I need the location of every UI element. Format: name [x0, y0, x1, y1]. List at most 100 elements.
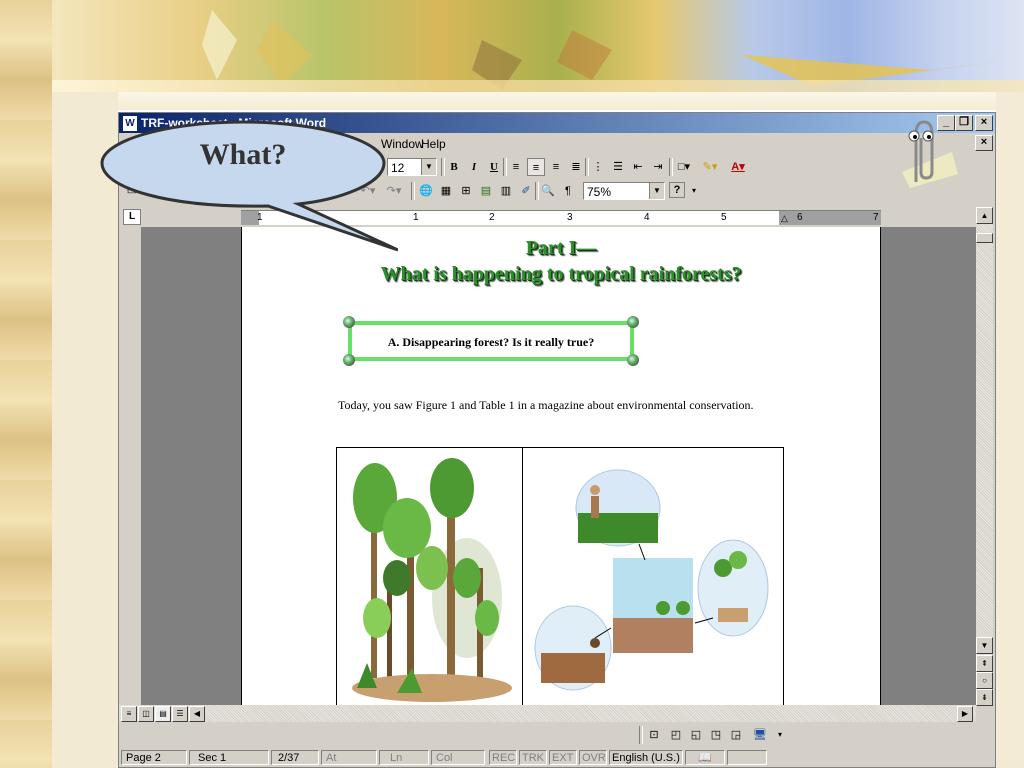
vertical-scrollbar[interactable]: ▲ ▼ ⇞ ○ ⇟	[976, 207, 993, 706]
spelling-status-icon[interactable]: 📖	[685, 750, 725, 765]
ruler-tick: 4	[644, 212, 650, 223]
shapes-icon[interactable]: ⊡	[645, 726, 663, 744]
scroll-thumb[interactable]	[976, 233, 993, 243]
chevron-down-icon[interactable]: ▼	[649, 183, 664, 199]
status-bar: Page 2 Sec 1 2/37 At Ln Col REC TRK EXT …	[119, 749, 995, 767]
status-at: At	[321, 750, 377, 765]
next-page-icon[interactable]: ⇟	[976, 689, 993, 706]
status-column: Col	[431, 750, 485, 765]
right-indent-marker[interactable]: △	[781, 211, 788, 225]
align-center-icon[interactable]: ≡	[527, 158, 545, 176]
vertical-ruler	[119, 227, 141, 705]
status-ovr[interactable]: OVR	[579, 750, 607, 765]
ruler-tick: 3	[567, 212, 573, 223]
frame-corner	[627, 316, 639, 328]
document-page[interactable]: Part I— What is happening to tropical ra…	[241, 227, 881, 705]
help-button[interactable]: ?	[669, 182, 685, 198]
border-icon[interactable]: □▾	[675, 158, 693, 176]
numbering-icon[interactable]: ⋮	[589, 158, 607, 176]
status-page: Page 2	[121, 750, 187, 765]
bullets-icon[interactable]: ☰	[609, 158, 627, 176]
highlight-icon[interactable]: ✎▾	[701, 158, 719, 176]
columns-icon[interactable]: ▥	[497, 182, 515, 200]
select-browse-object-icon[interactable]: ○	[976, 672, 993, 689]
horizontal-scrollbar[interactable]: ≡ ◫ ▤ ☰ ◀ ▶	[119, 705, 976, 722]
ruler-tick: 7	[873, 212, 879, 223]
status-ext[interactable]: EXT	[549, 750, 577, 765]
scroll-right-icon[interactable]: ▶	[957, 706, 973, 722]
arrange-icon[interactable]: ◲	[727, 726, 745, 744]
group-icon[interactable]: ◳	[707, 726, 725, 744]
normal-view-icon[interactable]: ≡	[121, 706, 137, 722]
status-trk[interactable]: TRK	[519, 750, 547, 765]
callout-text: What?	[199, 138, 287, 171]
leaf-decoration	[202, 10, 1012, 90]
underline-button[interactable]: U	[485, 158, 503, 176]
close-button[interactable]: ×	[975, 115, 993, 131]
three-d-icon[interactable]: ◱	[687, 726, 705, 744]
ruler-tick: 5	[721, 212, 727, 223]
align-left-icon[interactable]: ≡	[507, 158, 525, 176]
zoom-combo[interactable]: 75% ▼	[583, 182, 665, 200]
zoom-value: 75%	[587, 185, 612, 199]
show-formatting-button[interactable]: ¶	[559, 182, 577, 200]
status-language[interactable]: English (U.S.)	[609, 750, 683, 765]
slide-background-band	[52, 92, 1024, 110]
status-page-count: 2/37	[271, 750, 319, 765]
font-color-icon[interactable]: A▾	[729, 158, 747, 176]
menu-help[interactable]: Help	[421, 137, 446, 151]
insert-excel-icon[interactable]: ▤	[477, 182, 495, 200]
scroll-left-icon[interactable]: ◀	[189, 706, 205, 722]
ruler-tick: 2	[489, 212, 495, 223]
status-section: Sec 1	[189, 750, 269, 765]
italic-button[interactable]: I	[465, 158, 483, 176]
status-empty	[727, 750, 767, 765]
slide-background-banner	[52, 0, 1024, 92]
toolbar-separator	[411, 182, 415, 200]
outline-view-icon[interactable]: ☰	[172, 706, 188, 722]
tables-borders-icon[interactable]: ▦	[437, 182, 455, 200]
section-frame: A. Disappearing forest? Is it really tru…	[343, 316, 639, 366]
insert-table-icon[interactable]: ⊞	[457, 182, 475, 200]
scroll-up-icon[interactable]: ▲	[976, 207, 993, 224]
toolbar-separator	[669, 158, 673, 176]
hyperlink-icon[interactable]: 🌐	[417, 182, 435, 200]
frame-corner	[343, 354, 355, 366]
slide-background-strip-right	[996, 92, 1024, 768]
ruler-tick: 6	[797, 212, 803, 223]
intro-paragraph: Today, you saw Figure 1 and Table 1 in a…	[338, 398, 754, 412]
justify-icon[interactable]: ≣	[567, 158, 585, 176]
deforestation-illustration	[534, 469, 769, 691]
bold-button[interactable]: B	[445, 158, 463, 176]
status-rec[interactable]: REC	[489, 750, 517, 765]
shadow-icon[interactable]: ◰	[667, 726, 685, 744]
rainforest-illustration	[352, 458, 512, 702]
scroll-down-icon[interactable]: ▼	[976, 637, 993, 654]
office-assistant-icon[interactable]	[892, 112, 962, 188]
what-callout: What?	[98, 118, 398, 252]
web-view-icon[interactable]: ◫	[138, 706, 154, 722]
drawing-icon[interactable]: ✐	[517, 182, 535, 200]
decrease-indent-icon[interactable]: ⇤	[629, 158, 647, 176]
chevron-down-icon[interactable]: ▼	[421, 159, 436, 175]
monitor-icon[interactable]: 🖥	[751, 726, 769, 744]
frame-corner	[343, 316, 355, 328]
document-close-button[interactable]: ×	[975, 135, 993, 151]
align-right-icon[interactable]: ≡	[547, 158, 565, 176]
previous-page-icon[interactable]: ⇞	[976, 655, 993, 672]
chevron-down-icon[interactable]: ▾	[771, 726, 789, 744]
drawing-toolbar: ⊡ ◰ ◱ ◳ ◲ 🖥 ▾	[119, 723, 995, 747]
document-map-icon[interactable]: 🔍	[539, 182, 557, 200]
part-subtitle: What is happening to tropical rainforest…	[380, 263, 742, 285]
print-view-icon[interactable]: ▤	[155, 706, 171, 722]
ruler-margin-right	[779, 211, 881, 225]
section-heading: A. Disappearing forest? Is it really tru…	[387, 335, 595, 349]
slide-background-left	[0, 0, 52, 768]
document-area: Part I— What is happening to tropical ra…	[119, 227, 976, 705]
toolbar-options-icon[interactable]: ▾	[685, 182, 703, 200]
frame-corner	[627, 354, 639, 366]
increase-indent-icon[interactable]: ⇥	[649, 158, 667, 176]
figure-table	[336, 447, 784, 705]
ruler-tick: 1	[413, 212, 419, 223]
toolbar-separator	[639, 726, 643, 744]
